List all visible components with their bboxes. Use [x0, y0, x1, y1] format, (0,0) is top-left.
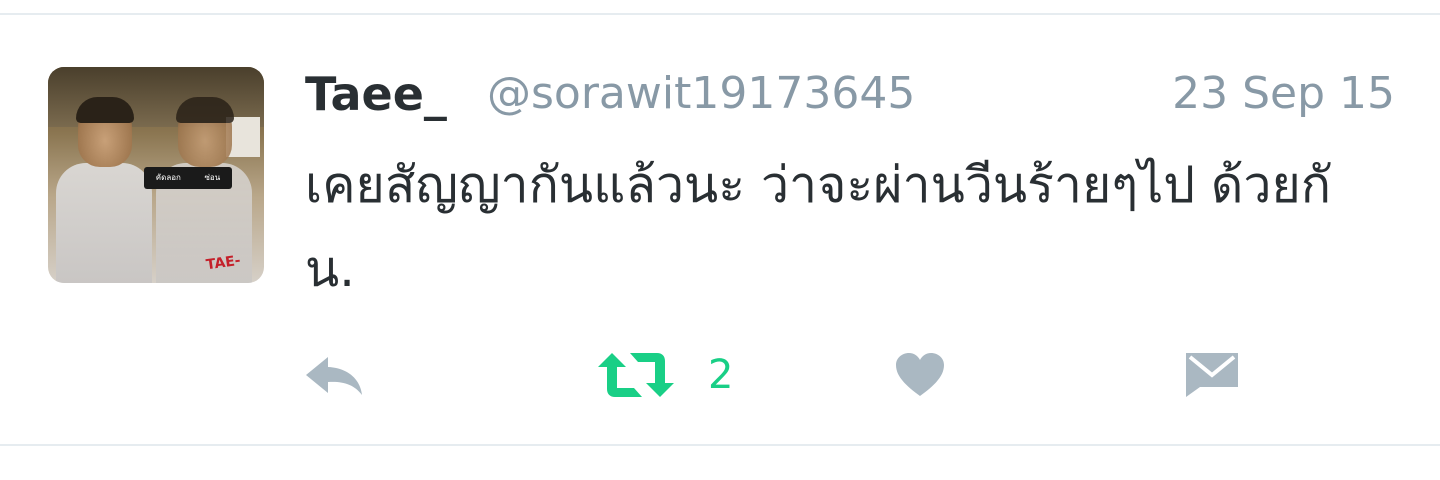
direct-message-button[interactable]	[1184, 345, 1240, 405]
tweet-timestamp[interactable]: 23 Sep 15	[1172, 65, 1395, 123]
reply-button[interactable]	[304, 345, 364, 405]
like-button[interactable]	[895, 345, 945, 405]
retweet-icon	[598, 351, 674, 399]
tweet-text: เคยสัญญากันแล้วนะ ว่าจะผ่านวีนร้ายๆไป ด้…	[305, 156, 1332, 298]
avatar-menu-item: ซ่อน	[204, 173, 221, 182]
tweet-card[interactable]: คัดลอก ซ่อน TAE- Taee_ @sorawit19173645 …	[0, 15, 1440, 444]
reply-icon	[304, 353, 364, 397]
user-handle[interactable]: @sorawit19173645	[487, 65, 915, 123]
avatar-person-left	[56, 97, 152, 283]
heart-icon	[895, 352, 945, 398]
tweet-header: Taee_ @sorawit19173645 23 Sep 15	[305, 65, 1395, 127]
avatar[interactable]: คัดลอก ซ่อน TAE-	[48, 67, 264, 283]
avatar-menu-item: คัดลอก	[155, 173, 181, 182]
bottom-divider	[0, 444, 1440, 446]
envelope-icon	[1184, 351, 1240, 399]
retweet-count: 2	[708, 352, 734, 398]
avatar-overlay-menu: คัดลอก ซ่อน	[144, 167, 232, 189]
retweet-button[interactable]: 2	[598, 345, 733, 405]
tweet-actions: 2	[0, 345, 1440, 405]
display-name[interactable]: Taee_	[305, 65, 447, 123]
